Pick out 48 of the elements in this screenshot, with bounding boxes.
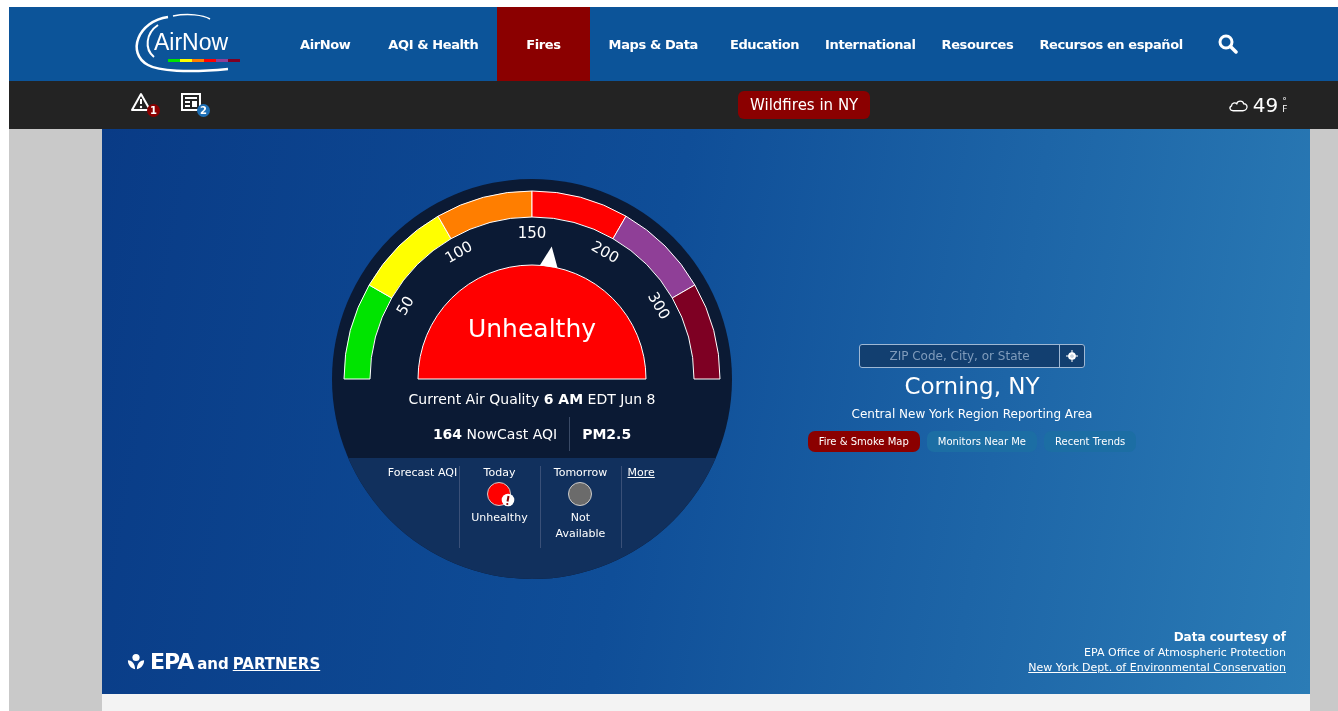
and-text: and xyxy=(197,655,229,673)
crosshair-icon xyxy=(1066,350,1078,362)
document-icon xyxy=(180,92,202,112)
forecast-status: Not Available xyxy=(554,510,607,542)
aqi-category: Unhealthy xyxy=(467,314,597,343)
logo-text: AirNow xyxy=(154,28,229,56)
cloud-icon xyxy=(1227,97,1249,113)
partners-link[interactable]: PARTNERS xyxy=(232,655,321,673)
scale-tick-label: 50 xyxy=(392,293,418,319)
nav-tab[interactable]: AirNow xyxy=(281,7,370,81)
data-courtesy-heading: Data courtesy of xyxy=(1173,630,1286,644)
alert-count-badge: 1 xyxy=(147,104,160,117)
nav-tab[interactable]: AQI & Health xyxy=(369,7,498,81)
epa-logo-text: EPA xyxy=(150,649,194,674)
location-action-button[interactable]: Recent Trends xyxy=(1044,431,1137,452)
location-action-button[interactable]: Monitors Near Me xyxy=(926,431,1037,452)
forecast-label: Forecast AQI xyxy=(387,466,458,479)
scale-tick-label: 100 xyxy=(441,237,476,268)
wildfire-banner-link[interactable]: Wildfires in NY xyxy=(738,91,871,119)
forecast-day: Tomorrow xyxy=(553,466,608,479)
news-count-badge: 2 xyxy=(197,104,210,117)
alert-button[interactable]: 1 xyxy=(130,92,160,118)
data-source: EPA Office of Atmospheric Protection xyxy=(1084,646,1286,659)
nav-tab[interactable]: Resources xyxy=(928,7,1027,81)
nav-tab[interactable]: Education xyxy=(716,7,813,81)
reporting-area: Central New York Region Reporting Area xyxy=(851,407,1093,421)
nav-tab[interactable]: Recursos en español xyxy=(1026,7,1196,81)
temperature: 49 xyxy=(1252,93,1279,117)
search-icon[interactable] xyxy=(1217,34,1238,54)
nav-tab[interactable]: Fires xyxy=(497,7,590,81)
news-button[interactable]: 2 xyxy=(180,92,210,118)
city-name: Corning, NY xyxy=(904,373,1040,399)
temperature-unit: °F xyxy=(1282,96,1288,114)
airnow-logo[interactable]: AirNow xyxy=(128,13,246,75)
scale-tick-label: 150 xyxy=(517,223,547,242)
flower-logo-icon xyxy=(126,652,146,671)
data-source-link[interactable]: New York Dept. of Environmental Conservation xyxy=(1028,661,1286,674)
pollutant-name: PM2.5 xyxy=(581,426,632,442)
location-action-button[interactable]: Fire & Smoke Map xyxy=(807,431,920,452)
scale-tick-label: 200 xyxy=(588,237,623,268)
nowcast-aqi: 164 NowCast AQI xyxy=(432,417,571,451)
forecast-status: Unhealthy xyxy=(470,510,529,526)
forecast-day: Today xyxy=(483,466,516,479)
more-link[interactable]: More xyxy=(627,466,655,479)
location-search-field[interactable]: ZIP Code, City, or State xyxy=(859,344,1085,368)
nav-tab[interactable]: Maps & Data xyxy=(589,7,717,81)
current-air-quality-time: Current Air Quality 6 AM EDT Jun 8 xyxy=(408,391,656,407)
nav-tab[interactable]: International xyxy=(812,7,929,81)
